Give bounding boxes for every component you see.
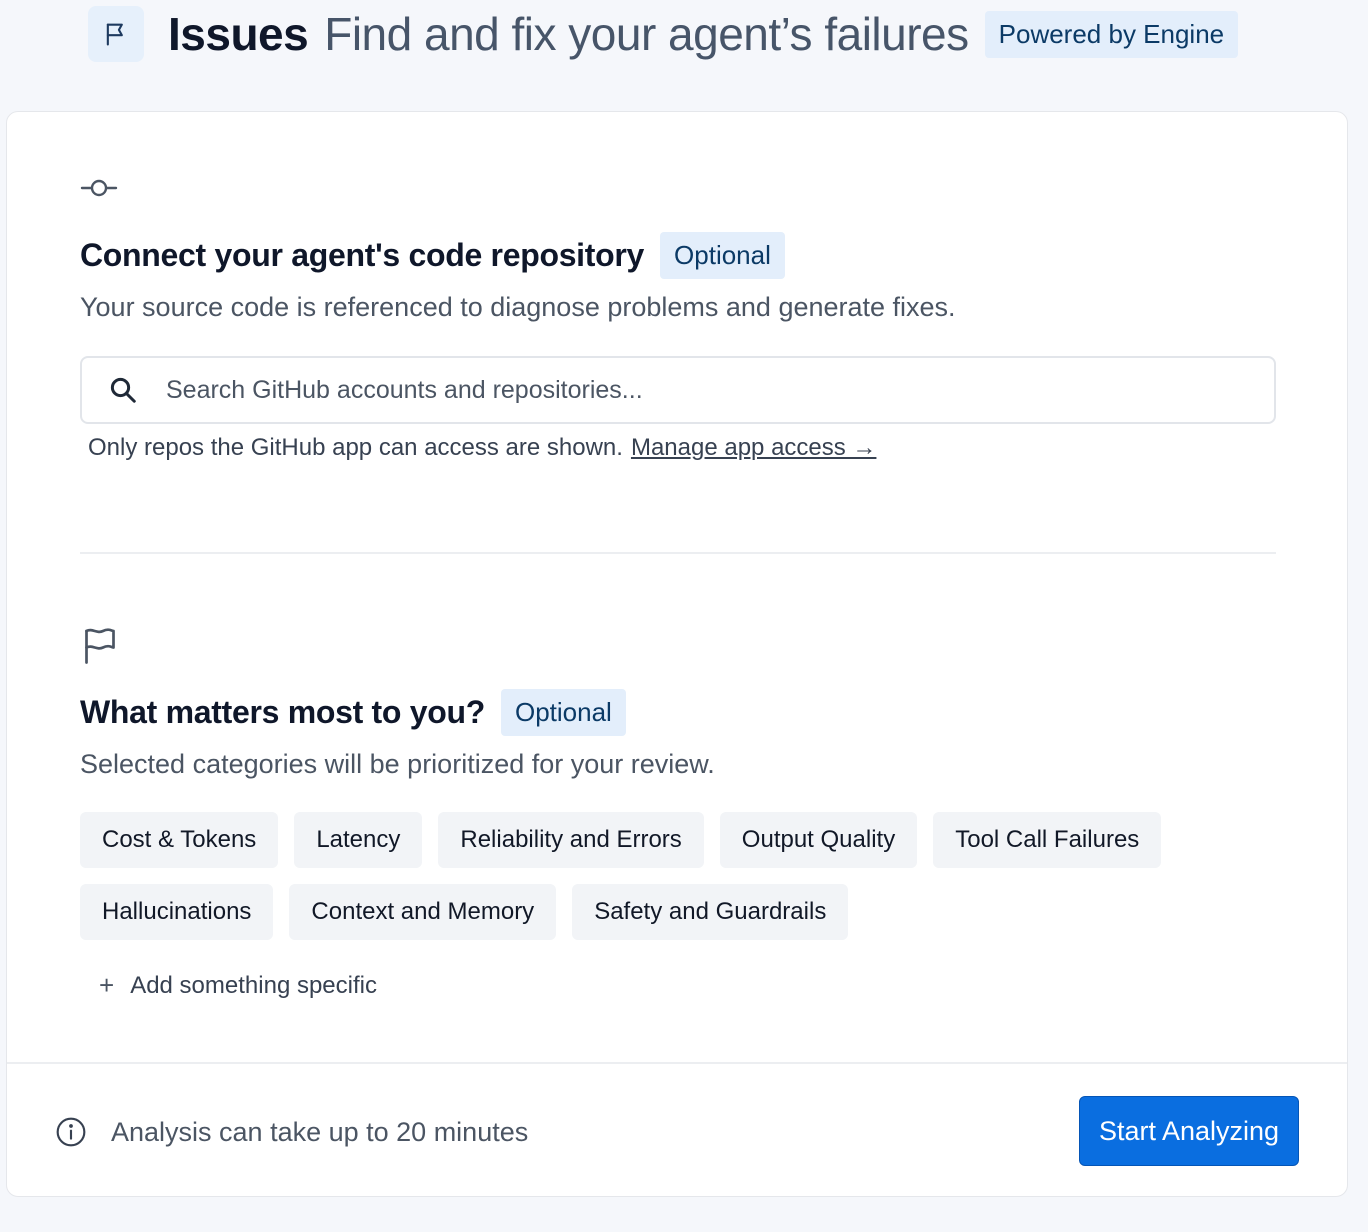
analysis-time-note: Analysis can take up to 20 minutes <box>55 1116 528 1148</box>
repo-search-input[interactable] <box>164 374 1274 406</box>
chip-row: Hallucinations Context and Memory Safety… <box>80 884 1280 940</box>
info-icon <box>55 1116 87 1148</box>
priority-section-title-text: What matters most to you? <box>80 694 485 730</box>
priority-section-description: Selected categories will be prioritized … <box>80 749 715 779</box>
category-chip-tool-call-failures[interactable]: Tool Call Failures <box>933 812 1162 868</box>
category-chips: Cost & Tokens Latency Reliability and Er… <box>80 812 1280 956</box>
priority-section-title: What matters most to you? Optional <box>80 689 626 736</box>
git-commit-icon <box>80 174 120 207</box>
category-chip-latency[interactable]: Latency <box>294 812 423 868</box>
category-chip-output-quality[interactable]: Output Quality <box>719 812 918 868</box>
repo-section-description: Your source code is referenced to diagno… <box>80 292 956 322</box>
page-subtitle: Find and fix your agent’s failures <box>324 8 969 60</box>
optional-badge: Optional <box>660 232 785 279</box>
card-footer: Analysis can take up to 20 minutes Start… <box>7 1062 1347 1196</box>
section-divider <box>80 552 1276 554</box>
flag-icon <box>82 626 118 671</box>
category-chip-safety-guardrails[interactable]: Safety and Guardrails <box>572 884 849 940</box>
category-chip-reliability[interactable]: Reliability and Errors <box>438 812 704 868</box>
chip-row: Cost & Tokens Latency Reliability and Er… <box>80 812 1280 868</box>
plus-icon: + <box>99 970 115 1000</box>
page-title: Issues <box>168 8 309 60</box>
repo-help-text: Only repos the GitHub app can access are… <box>88 434 876 462</box>
category-chip-context-memory[interactable]: Context and Memory <box>289 884 557 940</box>
repo-help-label: Only repos the GitHub app can access are… <box>88 434 623 461</box>
repo-section-title: Connect your agent's code repository Opt… <box>80 232 785 279</box>
add-something-specific-button[interactable]: + Add something specific <box>99 970 377 1001</box>
repo-section-title-text: Connect your agent's code repository <box>80 237 645 273</box>
flag-icon <box>88 6 144 62</box>
manage-app-access-link[interactable]: Manage app access → <box>631 434 876 461</box>
category-chip-hallucinations[interactable]: Hallucinations <box>80 884 274 940</box>
repo-search-box[interactable] <box>80 356 1276 424</box>
category-chip-cost-tokens[interactable]: Cost & Tokens <box>80 812 279 868</box>
analysis-time-text: Analysis can take up to 20 minutes <box>111 1116 529 1147</box>
powered-by-badge: Powered by Engine <box>984 10 1239 58</box>
setup-card: Connect your agent's code repository Opt… <box>6 111 1348 1197</box>
page-header: Issues Find and fix your agent’s failure… <box>88 6 1239 62</box>
search-icon <box>108 375 138 405</box>
optional-badge: Optional <box>500 689 626 736</box>
add-something-specific-label: Add something specific <box>130 971 377 999</box>
start-analyzing-button[interactable]: Start Analyzing <box>1079 1096 1299 1166</box>
